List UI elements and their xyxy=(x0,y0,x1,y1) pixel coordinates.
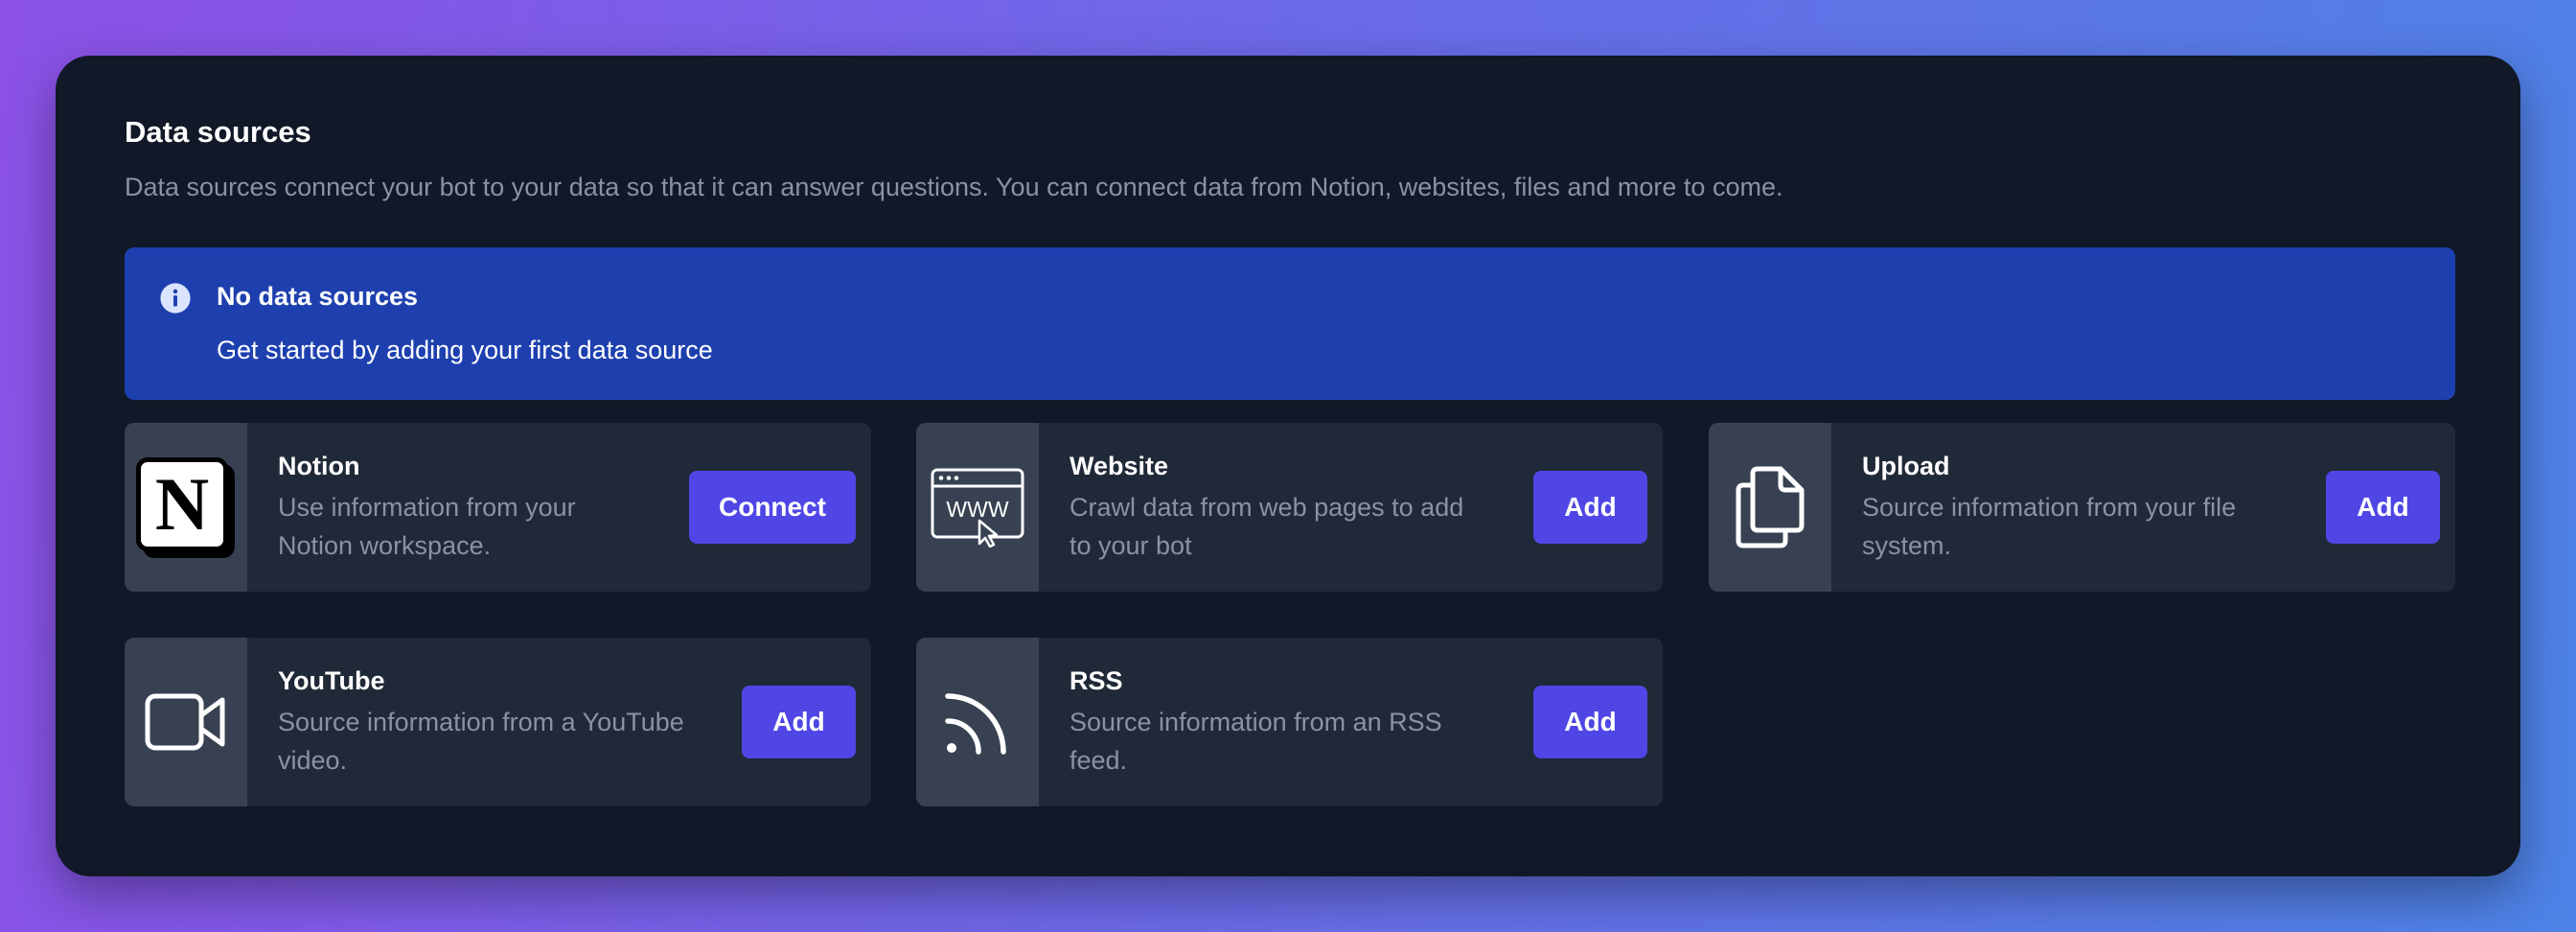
card-thumb: WWW xyxy=(916,423,1039,592)
card-title: RSS xyxy=(1070,666,1123,695)
card-thumb xyxy=(1709,423,1831,592)
source-card-upload: Upload Source information from your file… xyxy=(1709,423,2455,592)
video-camera-icon xyxy=(145,693,225,751)
alert-title: No data sources xyxy=(217,282,419,311)
connect-notion-button[interactable]: Connect xyxy=(689,471,856,544)
card-title: Website xyxy=(1070,452,1169,480)
source-card-youtube: YouTube Source information from a YouTub… xyxy=(125,638,871,806)
card-title: Upload xyxy=(1862,452,1950,480)
page-subtitle: Data sources connect your bot to your da… xyxy=(125,173,1783,201)
card-description: Source information from a YouTube video. xyxy=(278,708,684,775)
card-description: Use information from your Notion workspa… xyxy=(278,493,576,560)
card-title: Notion xyxy=(278,452,360,480)
card-thumb: N xyxy=(125,423,247,592)
data-sources-panel: Data sources Data sources connect your b… xyxy=(56,56,2520,876)
source-card-website: WWW Website Crawl data from web pages to… xyxy=(916,423,1663,592)
www-browser-icon: WWW xyxy=(931,468,1024,548)
card-title: YouTube xyxy=(278,666,385,695)
add-rss-button[interactable]: Add xyxy=(1533,686,1647,758)
card-thumb xyxy=(916,638,1039,806)
page-title: Data sources xyxy=(125,115,311,149)
svg-text:WWW: WWW xyxy=(946,497,1008,522)
add-website-button[interactable]: Add xyxy=(1533,471,1647,544)
card-description: Source information from your file system… xyxy=(1862,493,2237,560)
info-circle-icon xyxy=(160,283,191,314)
empty-state-alert: No data sources Get started by adding yo… xyxy=(125,247,2455,400)
add-youtube-button[interactable]: Add xyxy=(742,686,856,758)
notion-logo-icon: N xyxy=(136,457,228,551)
add-upload-button[interactable]: Add xyxy=(2326,471,2440,544)
card-thumb xyxy=(125,638,247,806)
card-description: Source information from an RSS feed. xyxy=(1070,708,1442,775)
document-copy-icon xyxy=(1736,466,1805,548)
alert-text: Get started by adding your first data so… xyxy=(217,336,713,364)
source-card-notion: N Notion Use information from your Notio… xyxy=(125,423,871,592)
card-description: Crawl data from web pages to add to your… xyxy=(1070,493,1464,560)
rss-icon xyxy=(945,693,1006,755)
source-card-rss: RSS Source information from an RSS feed.… xyxy=(916,638,1663,806)
